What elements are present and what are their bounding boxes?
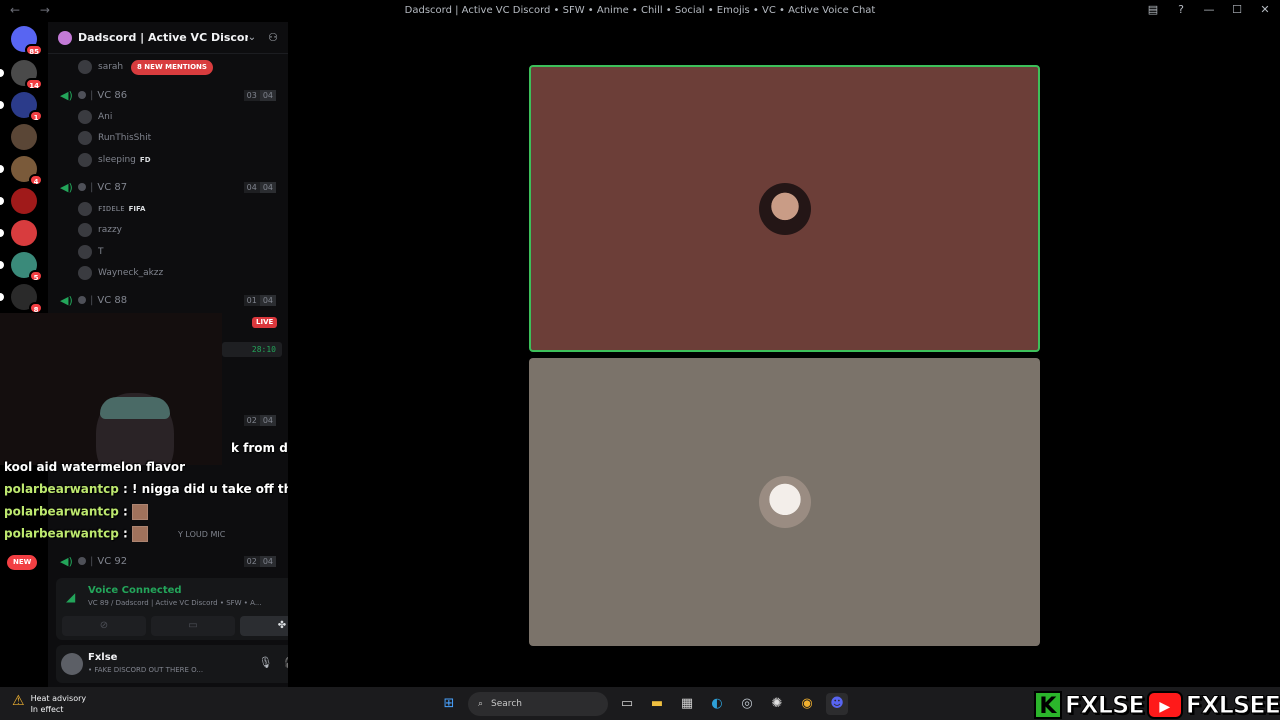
- weather-title: Heat advisory: [30, 694, 87, 703]
- participant-avatar: [758, 476, 811, 528]
- chat-line: polarbearwantcp :: [4, 504, 149, 520]
- chrome-icon[interactable]: ◉: [796, 693, 818, 715]
- start-icon[interactable]: ⊞: [438, 693, 460, 715]
- streamer-headband: [100, 397, 170, 419]
- direct-messages-icon[interactable]: 85: [11, 26, 43, 56]
- user-count: 01 04: [243, 294, 276, 306]
- chat-line: kool aid watermelon flavor: [4, 460, 186, 474]
- close-button[interactable]: ✕: [1258, 3, 1272, 16]
- maximize-button[interactable]: ☐: [1230, 3, 1244, 16]
- emote-image: [132, 504, 149, 520]
- server-icon[interactable]: [0, 188, 37, 214]
- server-icon[interactable]: 5: [0, 252, 43, 282]
- edge-icon[interactable]: ◐: [706, 693, 728, 715]
- avatar[interactable]: [61, 653, 83, 675]
- new-mentions-badge[interactable]: 8 NEW MENTIONS: [131, 60, 213, 75]
- voice-channel-path[interactable]: VC 89 / Dadscord | Active VC Discord • S…: [88, 599, 273, 607]
- voice-channel-vc92[interactable]: ◀) | VC 92 02 04: [60, 552, 276, 570]
- microphone-icon[interactable]: 🎙: [258, 656, 272, 669]
- speaker-icon: ◀): [60, 180, 73, 194]
- camera-button[interactable]: ⊘: [62, 616, 146, 636]
- steam-icon[interactable]: ◎: [736, 693, 758, 715]
- emote-image: [132, 526, 149, 542]
- inbox-icon[interactable]: ▤: [1146, 3, 1160, 16]
- voice-member[interactable]: T: [78, 243, 276, 261]
- voice-member[interactable]: razzy: [78, 221, 276, 239]
- username[interactable]: Fxlse: [88, 652, 117, 663]
- store-icon[interactable]: ▦: [676, 693, 698, 715]
- minimize-button[interactable]: —: [1202, 3, 1216, 16]
- app-icon[interactable]: ✺: [766, 693, 788, 715]
- chevron-down-icon[interactable]: ⌄: [248, 32, 256, 43]
- voice-member[interactable]: Wayneck_akzz: [78, 264, 276, 282]
- title-bar: ← → Dadscord | Active VC Discord • SFW •…: [0, 0, 1280, 22]
- file-explorer-icon[interactable]: ▬: [646, 693, 668, 715]
- custom-status: • FAKE DISCORD OUT THERE O...: [88, 666, 204, 674]
- voice-member[interactable]: RunThisShit: [78, 129, 276, 147]
- voice-channel-vc86[interactable]: ◀) | VC 86 03 04: [60, 86, 276, 104]
- server-icon[interactable]: 8: [0, 284, 43, 314]
- search-input[interactable]: ⌕ Search: [468, 692, 608, 716]
- server-icon[interactable]: 1: [0, 92, 43, 122]
- user-count: 02 04: [243, 414, 276, 426]
- streamer-brand-overlay: K FXLSE ▶ FXLSEE: [1033, 689, 1280, 720]
- search-icon: ⌕: [478, 699, 484, 709]
- streamer-webcam: [0, 313, 222, 465]
- server-icon[interactable]: 14: [0, 60, 43, 90]
- window-title: Dadscord | Active VC Discord • SFW • Ani…: [404, 5, 876, 16]
- member-tag: FIFA: [128, 205, 146, 213]
- member-tag: FD: [139, 156, 151, 164]
- signal-icon[interactable]: ◢: [66, 590, 75, 604]
- guild-header[interactable]: Dadscord | Active VC Discord • SF... ⌄ ⚇: [48, 22, 288, 54]
- speaker-icon: ◀): [60, 88, 73, 102]
- speaker-icon: ◀): [60, 554, 73, 568]
- participant-avatar: [758, 182, 811, 235]
- participant-tile-speaking[interactable]: [529, 65, 1040, 352]
- voice-member[interactable]: Ani: [78, 108, 276, 126]
- call-timer: 28:10: [222, 342, 282, 357]
- voice-channel-vc88[interactable]: ◀) | VC 88 01 04: [60, 291, 276, 309]
- voice-member[interactable]: Y LOUD MIC: [178, 525, 276, 543]
- guild-name: Dadscord | Active VC Discord • SF...: [78, 31, 248, 44]
- user-count: 03 04: [243, 89, 276, 101]
- voice-member[interactable]: ꜰɪᴅᴇʟᴇ FIFA: [78, 200, 276, 218]
- server-icon[interactable]: [0, 220, 37, 246]
- server-icon[interactable]: [11, 124, 37, 150]
- lock-icon: [78, 183, 86, 191]
- task-view-icon[interactable]: ▭: [616, 693, 638, 715]
- weather-sub: In effect: [30, 705, 64, 714]
- help-icon[interactable]: ?: [1174, 3, 1188, 16]
- voice-member[interactable]: sleeping FD: [78, 151, 276, 169]
- voice-stage: [288, 22, 1280, 687]
- invite-icon[interactable]: ⚇: [268, 31, 278, 44]
- window-controls: ▤ ? — ☐ ✕: [1146, 3, 1272, 16]
- speaker-icon: ◀): [60, 293, 73, 307]
- voice-channel-vc87[interactable]: ◀) | VC 87 04 04: [60, 178, 276, 196]
- user-count: 04 04: [243, 181, 276, 193]
- kick-logo: K: [1033, 690, 1062, 719]
- user-count: 02 04: [243, 555, 276, 567]
- participant-tile[interactable]: [529, 358, 1040, 646]
- kick-handle: FXLSE: [1064, 690, 1145, 719]
- server-icon[interactable]: 4: [0, 156, 43, 186]
- weather-widget[interactable]: ⚠ Heat advisory In effect: [12, 693, 86, 715]
- lock-icon: [78, 557, 86, 565]
- voice-status[interactable]: Voice Connected: [88, 585, 182, 596]
- new-badge[interactable]: NEW: [7, 555, 38, 570]
- youtube-icon: ▶: [1146, 690, 1183, 719]
- chat-line: polarbearwantcp :: [4, 526, 149, 542]
- live-badge: LIVE: [252, 317, 278, 328]
- discord-icon[interactable]: ☻: [826, 693, 848, 715]
- lock-icon: [78, 91, 86, 99]
- warning-icon: ⚠: [12, 693, 25, 709]
- lock-icon: [78, 296, 86, 304]
- youtube-handle: FXLSEE: [1185, 690, 1280, 719]
- guild-icon: [58, 30, 72, 45]
- screen-share-button[interactable]: ▭: [151, 616, 235, 636]
